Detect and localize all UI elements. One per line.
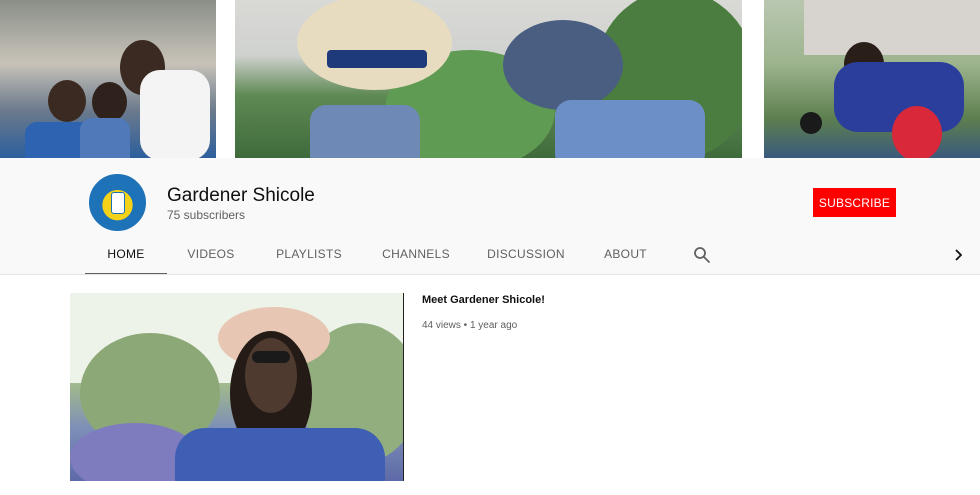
channel-tabs: HOME VIDEOS PLAYLISTS CHANNELS DISCUSSIO… bbox=[0, 233, 980, 275]
subscribe-button[interactable]: SUBSCRIBE bbox=[813, 188, 896, 217]
tab-discussion[interactable]: DISCUSSION bbox=[485, 233, 567, 275]
header-divider bbox=[0, 274, 980, 275]
subscriber-count: 75 subscribers bbox=[167, 208, 246, 222]
trowel-icon bbox=[110, 191, 125, 214]
tab-home[interactable]: HOME bbox=[85, 233, 167, 275]
tab-videos[interactable]: VIDEOS bbox=[176, 233, 246, 275]
thumbnail-edge bbox=[403, 293, 404, 481]
featured-video-title[interactable]: Meet Gardener Shicole! bbox=[422, 294, 545, 306]
chevron-right-icon[interactable] bbox=[948, 245, 968, 265]
channel-name: Gardener Shicole bbox=[167, 185, 315, 206]
channel-header: Gardener Shicole 75 subscribers SUBSCRIB… bbox=[0, 158, 980, 275]
tab-playlists[interactable]: PLAYLISTS bbox=[270, 233, 348, 275]
banner-photo-man-gardening bbox=[764, 0, 980, 158]
featured-video-thumbnail[interactable] bbox=[70, 293, 404, 481]
banner-photo-family bbox=[0, 0, 216, 158]
banner-photo-children-hats bbox=[235, 0, 742, 158]
featured-video-meta: 44 views • 1 year ago bbox=[422, 320, 518, 331]
channel-avatar[interactable] bbox=[89, 174, 146, 231]
channel-banner bbox=[0, 0, 980, 158]
tab-about[interactable]: ABOUT bbox=[598, 233, 653, 275]
search-icon[interactable] bbox=[692, 245, 712, 265]
tab-channels[interactable]: CHANNELS bbox=[377, 233, 455, 275]
